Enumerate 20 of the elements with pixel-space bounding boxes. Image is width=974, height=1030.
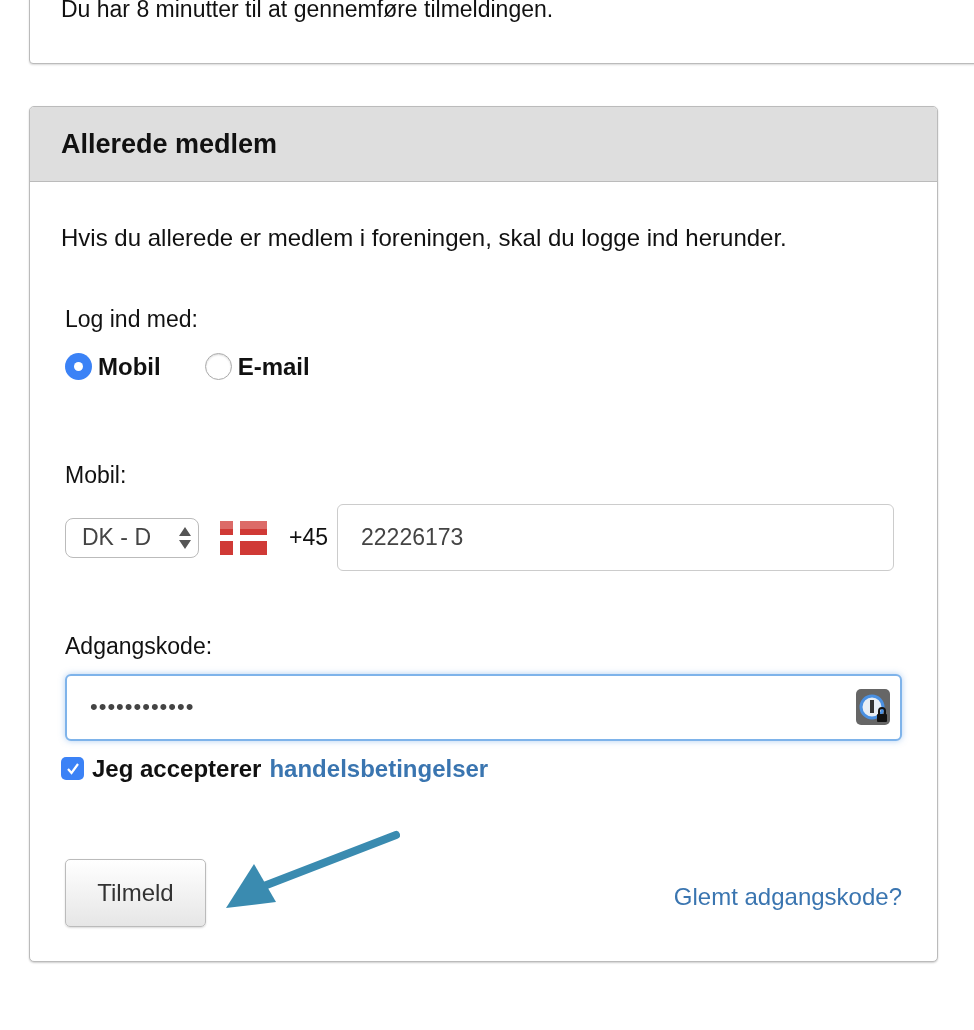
terms-text: Jeg accepterer: [92, 753, 262, 784]
flag-icon: [220, 520, 267, 555]
terms-link[interactable]: handelsbetingelser: [269, 750, 489, 787]
phone-field[interactable]: 22226173: [337, 504, 894, 571]
method-label: Log ind med:: [65, 305, 199, 334]
password-label: Adgangskode:: [65, 632, 214, 661]
dial-code: +45: [289, 523, 328, 553]
radio-option[interactable]: Mobil: [65, 348, 161, 385]
phone-label: Mobil:: [65, 460, 128, 490]
password-manager-icon[interactable]: [856, 688, 890, 725]
notice-text: Du har 8 minutter til at gennemføre tilmeldingen.: [61, 0, 555, 23]
radio-option[interactable]: E-mail: [204, 348, 310, 385]
intro-text: Hvis du allerede er medlem i foreningen, skal du logge ind herunder.: [61, 223, 788, 253]
submit-button[interactable]: Tilmeld: [65, 858, 206, 927]
terms-checkbox[interactable]: [61, 757, 84, 780]
password-field[interactable]: ••••••••••••: [65, 673, 902, 741]
up-down-icon: [178, 525, 192, 550]
card-title: Allerede medlem: [61, 127, 278, 161]
country-select[interactable]: DK - D: [65, 517, 199, 558]
forgot-password-link[interactable]: Glemt adgangskode?: [673, 878, 902, 915]
